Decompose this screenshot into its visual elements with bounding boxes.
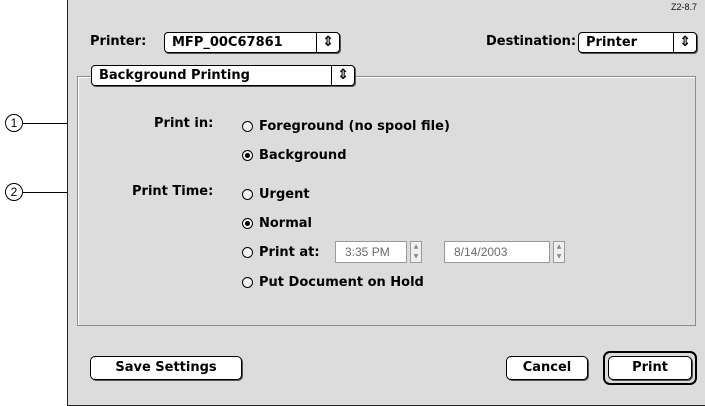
updown-arrows-icon: ⇕ (673, 33, 696, 52)
print-at-time-field[interactable]: 3:35 PM (335, 241, 407, 263)
radio-urgent-indicator[interactable] (242, 188, 253, 200)
destination-select-value: Printer (586, 35, 638, 50)
stepper-up-icon[interactable]: ▲ (554, 242, 564, 252)
radio-hold-indicator[interactable] (242, 276, 253, 288)
stepper-down-icon[interactable]: ▼ (411, 252, 421, 262)
printer-select-value: MFP_00C67861 (172, 35, 283, 50)
radio-foreground-label: Foreground (no spool file) (259, 118, 450, 134)
callout-1-marker: 1 (5, 114, 23, 132)
printer-select[interactable]: MFP_00C67861 ⇕ (164, 32, 340, 53)
panel-select[interactable]: Background Printing ⇕ (91, 65, 355, 86)
radio-print-at[interactable]: Print at: (242, 243, 320, 261)
print-in-label: Print in: (154, 116, 214, 131)
updown-arrows-icon: ⇕ (316, 33, 339, 52)
radio-print-at-indicator[interactable] (242, 246, 253, 258)
radio-print-at-label: Print at: (259, 244, 320, 260)
callout-2-marker: 2 (5, 183, 23, 201)
destination-label: Destination: (486, 34, 577, 49)
print-dialog: Z2-8.7 Printer: MFP_00C67861 ⇕ Destinati… (67, 0, 705, 406)
updown-arrows-icon: ⇕ (331, 66, 354, 85)
radio-urgent-label: Urgent (259, 186, 310, 202)
radio-foreground-indicator[interactable] (242, 120, 253, 132)
radio-background-indicator[interactable] (242, 149, 253, 161)
radio-urgent[interactable]: Urgent (242, 185, 310, 203)
radio-background-label: Background (259, 147, 347, 163)
radio-normal[interactable]: Normal (242, 214, 312, 232)
panel-select-value: Background Printing (99, 68, 250, 83)
printer-label: Printer: (90, 34, 147, 49)
radio-normal-label: Normal (259, 215, 312, 231)
destination-select[interactable]: Printer ⇕ (578, 32, 697, 53)
print-at-date-field[interactable]: 8/14/2003 (444, 241, 550, 263)
stepper-down-icon[interactable]: ▼ (554, 252, 564, 262)
radio-background[interactable]: Background (242, 146, 347, 164)
radio-normal-indicator[interactable] (242, 217, 253, 229)
radio-hold-label: Put Document on Hold (259, 274, 424, 290)
print-button[interactable]: Print (608, 356, 692, 380)
save-settings-button[interactable]: Save Settings (90, 356, 242, 380)
stepper-up-icon[interactable]: ▲ (411, 242, 421, 252)
cancel-button[interactable]: Cancel (506, 356, 588, 380)
date-stepper[interactable]: ▲ ▼ (553, 241, 565, 263)
time-stepper[interactable]: ▲ ▼ (410, 241, 422, 263)
radio-hold[interactable]: Put Document on Hold (242, 273, 424, 291)
version-tag: Z2-8.7 (670, 2, 697, 12)
print-time-label: Print Time: (132, 184, 214, 199)
radio-foreground[interactable]: Foreground (no spool file) (242, 117, 450, 135)
